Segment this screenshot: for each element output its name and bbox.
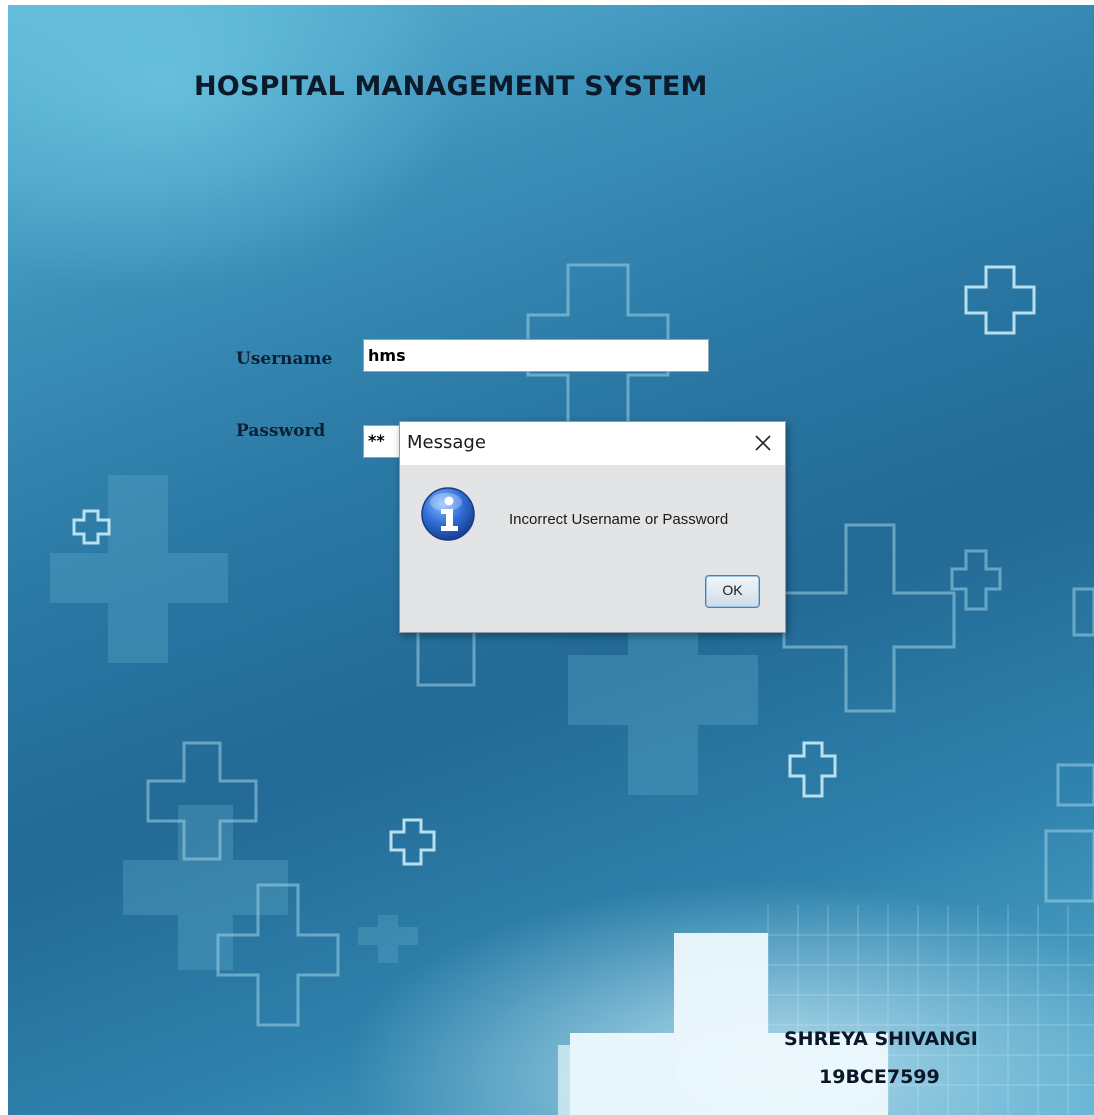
close-icon[interactable] [749,429,777,457]
password-label: Password [236,421,326,441]
credit-id: 19BCE7599 [819,1066,940,1088]
info-icon [420,486,476,542]
ok-button[interactable]: OK [705,575,760,608]
credit-name: SHREYA SHIVANGI [784,1028,978,1050]
username-input[interactable] [363,339,709,372]
dialog-titlebar[interactable]: Message [400,422,785,465]
message-dialog: Message Incorrect Username or Password O… [399,421,786,633]
username-label: Username [236,349,333,369]
dialog-message: Incorrect Username or Password [509,511,729,528]
dialog-title: Message [407,432,486,453]
app-title: HOSPITAL MANAGEMENT SYSTEM [194,71,708,102]
password-mask: ** [368,431,385,450]
login-window: HOSPITAL MANAGEMENT SYSTEM Username Pass… [8,5,1094,1115]
